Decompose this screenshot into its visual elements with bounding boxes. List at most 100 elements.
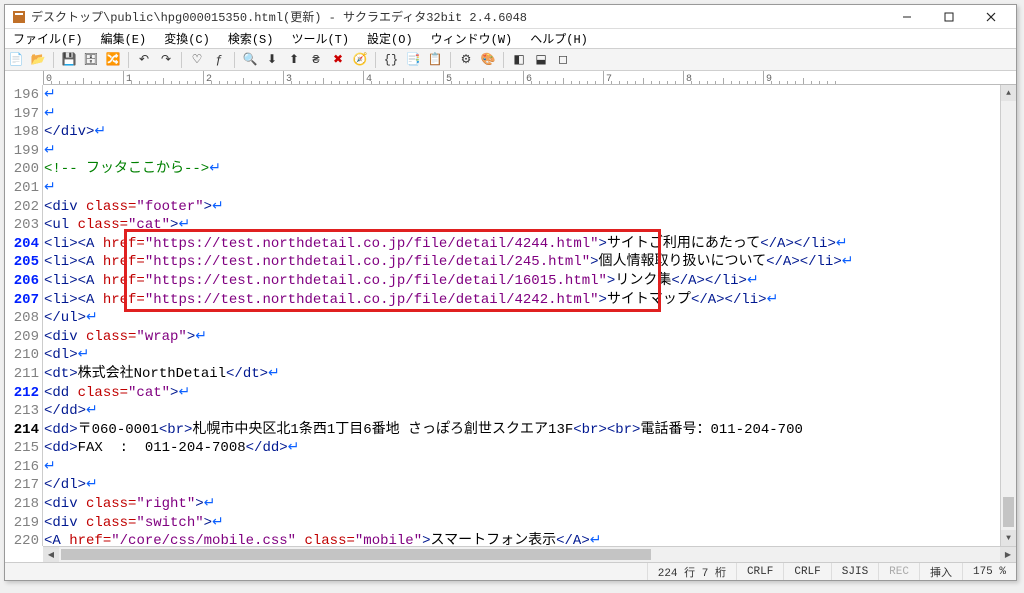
- line-number[interactable]: 220: [5, 532, 39, 546]
- color-icon[interactable]: 🎨: [479, 51, 497, 69]
- maximize-button[interactable]: [928, 7, 970, 27]
- favorite-icon[interactable]: ♡: [188, 51, 206, 69]
- line-number[interactable]: 196: [5, 86, 39, 105]
- toggle-icon[interactable]: 🔀: [104, 51, 122, 69]
- line-number[interactable]: 197: [5, 105, 39, 124]
- vertical-scroll-track[interactable]: [1001, 101, 1016, 530]
- ruler-minor-tick: [83, 78, 84, 84]
- line-number-gutter[interactable]: 1961971981992002012022032042052062072082…: [5, 85, 43, 546]
- code-line[interactable]: ↵: [44, 142, 1000, 161]
- search-icon[interactable]: 🔍: [241, 51, 259, 69]
- menu-item-0[interactable]: ファイル(F): [7, 29, 89, 48]
- minimize-button[interactable]: [886, 7, 928, 27]
- code-area[interactable]: ↵↵</div>↵↵<!-- フッタここから-->↵↵<div class="f…: [43, 85, 1000, 546]
- clear-mark-icon[interactable]: ✖: [329, 51, 347, 69]
- line-number[interactable]: 215: [5, 439, 39, 458]
- line-number[interactable]: 206: [5, 272, 39, 291]
- code-line[interactable]: ↵: [44, 105, 1000, 124]
- vertical-scrollbar[interactable]: ▲ ▼: [1000, 85, 1016, 546]
- code-line[interactable]: ↵: [44, 86, 1000, 105]
- type-list-icon[interactable]: 📋: [426, 51, 444, 69]
- line-number[interactable]: 219: [5, 514, 39, 533]
- func-icon[interactable]: ƒ: [210, 51, 228, 69]
- menu-item-5[interactable]: 設定(O): [361, 29, 419, 48]
- save-icon[interactable]: 💾: [60, 51, 78, 69]
- new-file-icon[interactable]: 📄: [7, 51, 25, 69]
- line-number[interactable]: 207: [5, 291, 39, 310]
- line-number[interactable]: 198: [5, 123, 39, 142]
- code-line[interactable]: <dd>FAX : 011-204-7008</dd>↵: [44, 439, 1000, 458]
- menu-item-1[interactable]: 編集(E): [95, 29, 153, 48]
- grep-icon[interactable]: 🧭: [351, 51, 369, 69]
- code-line[interactable]: ↵: [44, 458, 1000, 477]
- replace-icon[interactable]: ₴: [307, 51, 325, 69]
- code-line[interactable]: <dt>株式会社NorthDetail</dt>↵: [44, 365, 1000, 384]
- hsplit-icon[interactable]: ⬓: [532, 51, 550, 69]
- line-number[interactable]: 201: [5, 179, 39, 198]
- line-number[interactable]: 209: [5, 328, 39, 347]
- code-line[interactable]: <A href="/core/css/mobile.css" class="mo…: [44, 532, 1000, 546]
- open-icon[interactable]: 📂: [29, 51, 47, 69]
- horizontal-scroll-track[interactable]: [59, 547, 1000, 562]
- code-line[interactable]: <div class="footer">↵: [44, 198, 1000, 217]
- scroll-right-button[interactable]: ▶: [1000, 547, 1016, 563]
- ruler-minor-tick: [419, 81, 420, 84]
- horizontal-scroll-thumb[interactable]: [61, 549, 651, 560]
- code-line[interactable]: ↵: [44, 179, 1000, 198]
- close-split-icon[interactable]: ◻: [554, 51, 572, 69]
- close-button[interactable]: [970, 7, 1012, 27]
- undo-icon[interactable]: ↶: [135, 51, 153, 69]
- line-number[interactable]: 212: [5, 384, 39, 403]
- vertical-scroll-thumb[interactable]: [1003, 497, 1014, 527]
- line-number[interactable]: 210: [5, 346, 39, 365]
- scroll-up-button[interactable]: ▲: [1001, 85, 1016, 101]
- horizontal-scrollbar[interactable]: ◀ ▶: [43, 546, 1016, 562]
- menu-item-4[interactable]: ツール(T): [285, 29, 355, 48]
- line-number[interactable]: 199: [5, 142, 39, 161]
- code-line[interactable]: </dl>↵: [44, 476, 1000, 495]
- ruler-minor-tick: [459, 81, 460, 84]
- code-line[interactable]: <li><A href="https://test.northdetail.co…: [44, 291, 1000, 310]
- brace-icon[interactable]: {}: [382, 51, 400, 69]
- line-number[interactable]: 208: [5, 309, 39, 328]
- line-number[interactable]: 202: [5, 198, 39, 217]
- redo-icon[interactable]: ↷: [157, 51, 175, 69]
- line-number[interactable]: 214: [5, 421, 39, 440]
- code-line[interactable]: </ul>↵: [44, 309, 1000, 328]
- code-line[interactable]: <li><A href="https://test.northdetail.co…: [44, 253, 1000, 272]
- menu-item-2[interactable]: 変換(C): [158, 29, 216, 48]
- line-number[interactable]: 213: [5, 402, 39, 421]
- code-line[interactable]: <div class="right">↵: [44, 495, 1000, 514]
- eol-marker-icon: ↵: [44, 87, 56, 103]
- line-number[interactable]: 200: [5, 160, 39, 179]
- search-down-icon[interactable]: ⬇: [263, 51, 281, 69]
- line-number[interactable]: 216: [5, 458, 39, 477]
- line-number[interactable]: 217: [5, 476, 39, 495]
- line-number[interactable]: 203: [5, 216, 39, 235]
- line-number[interactable]: 218: [5, 495, 39, 514]
- code-line[interactable]: <dl>↵: [44, 346, 1000, 365]
- menu-item-7[interactable]: ヘルプ(H): [524, 29, 594, 48]
- code-line[interactable]: <div class="wrap">↵: [44, 328, 1000, 347]
- line-number[interactable]: 211: [5, 365, 39, 384]
- code-line[interactable]: </div>↵: [44, 123, 1000, 142]
- menu-item-6[interactable]: ウィンドウ(W): [425, 29, 519, 48]
- menu-item-3[interactable]: 検索(S): [222, 29, 280, 48]
- save-all-icon[interactable]: 🗄: [82, 51, 100, 69]
- scroll-left-button[interactable]: ◀: [43, 547, 59, 563]
- code-line[interactable]: <ul class="cat">↵: [44, 216, 1000, 235]
- line-number[interactable]: 204: [5, 235, 39, 254]
- code-line[interactable]: <dd>〒060-0001<br>札幌市中央区北1条西1丁目6番地 さっぽろ創世…: [44, 421, 1000, 440]
- bookmark-list-icon[interactable]: 📑: [404, 51, 422, 69]
- search-up-icon[interactable]: ⬆: [285, 51, 303, 69]
- vsplit-icon[interactable]: ◧: [510, 51, 528, 69]
- scroll-down-button[interactable]: ▼: [1001, 530, 1016, 546]
- line-number[interactable]: 205: [5, 253, 39, 272]
- code-line[interactable]: <!-- フッタここから-->↵: [44, 160, 1000, 179]
- code-line[interactable]: <div class="switch">↵: [44, 514, 1000, 533]
- settings-icon[interactable]: ⚙: [457, 51, 475, 69]
- code-line[interactable]: <li><A href="https://test.northdetail.co…: [44, 272, 1000, 291]
- code-line[interactable]: </dd>↵: [44, 402, 1000, 421]
- code-line[interactable]: <dd class="cat">↵: [44, 384, 1000, 403]
- code-line[interactable]: <li><A href="https://test.northdetail.co…: [44, 235, 1000, 254]
